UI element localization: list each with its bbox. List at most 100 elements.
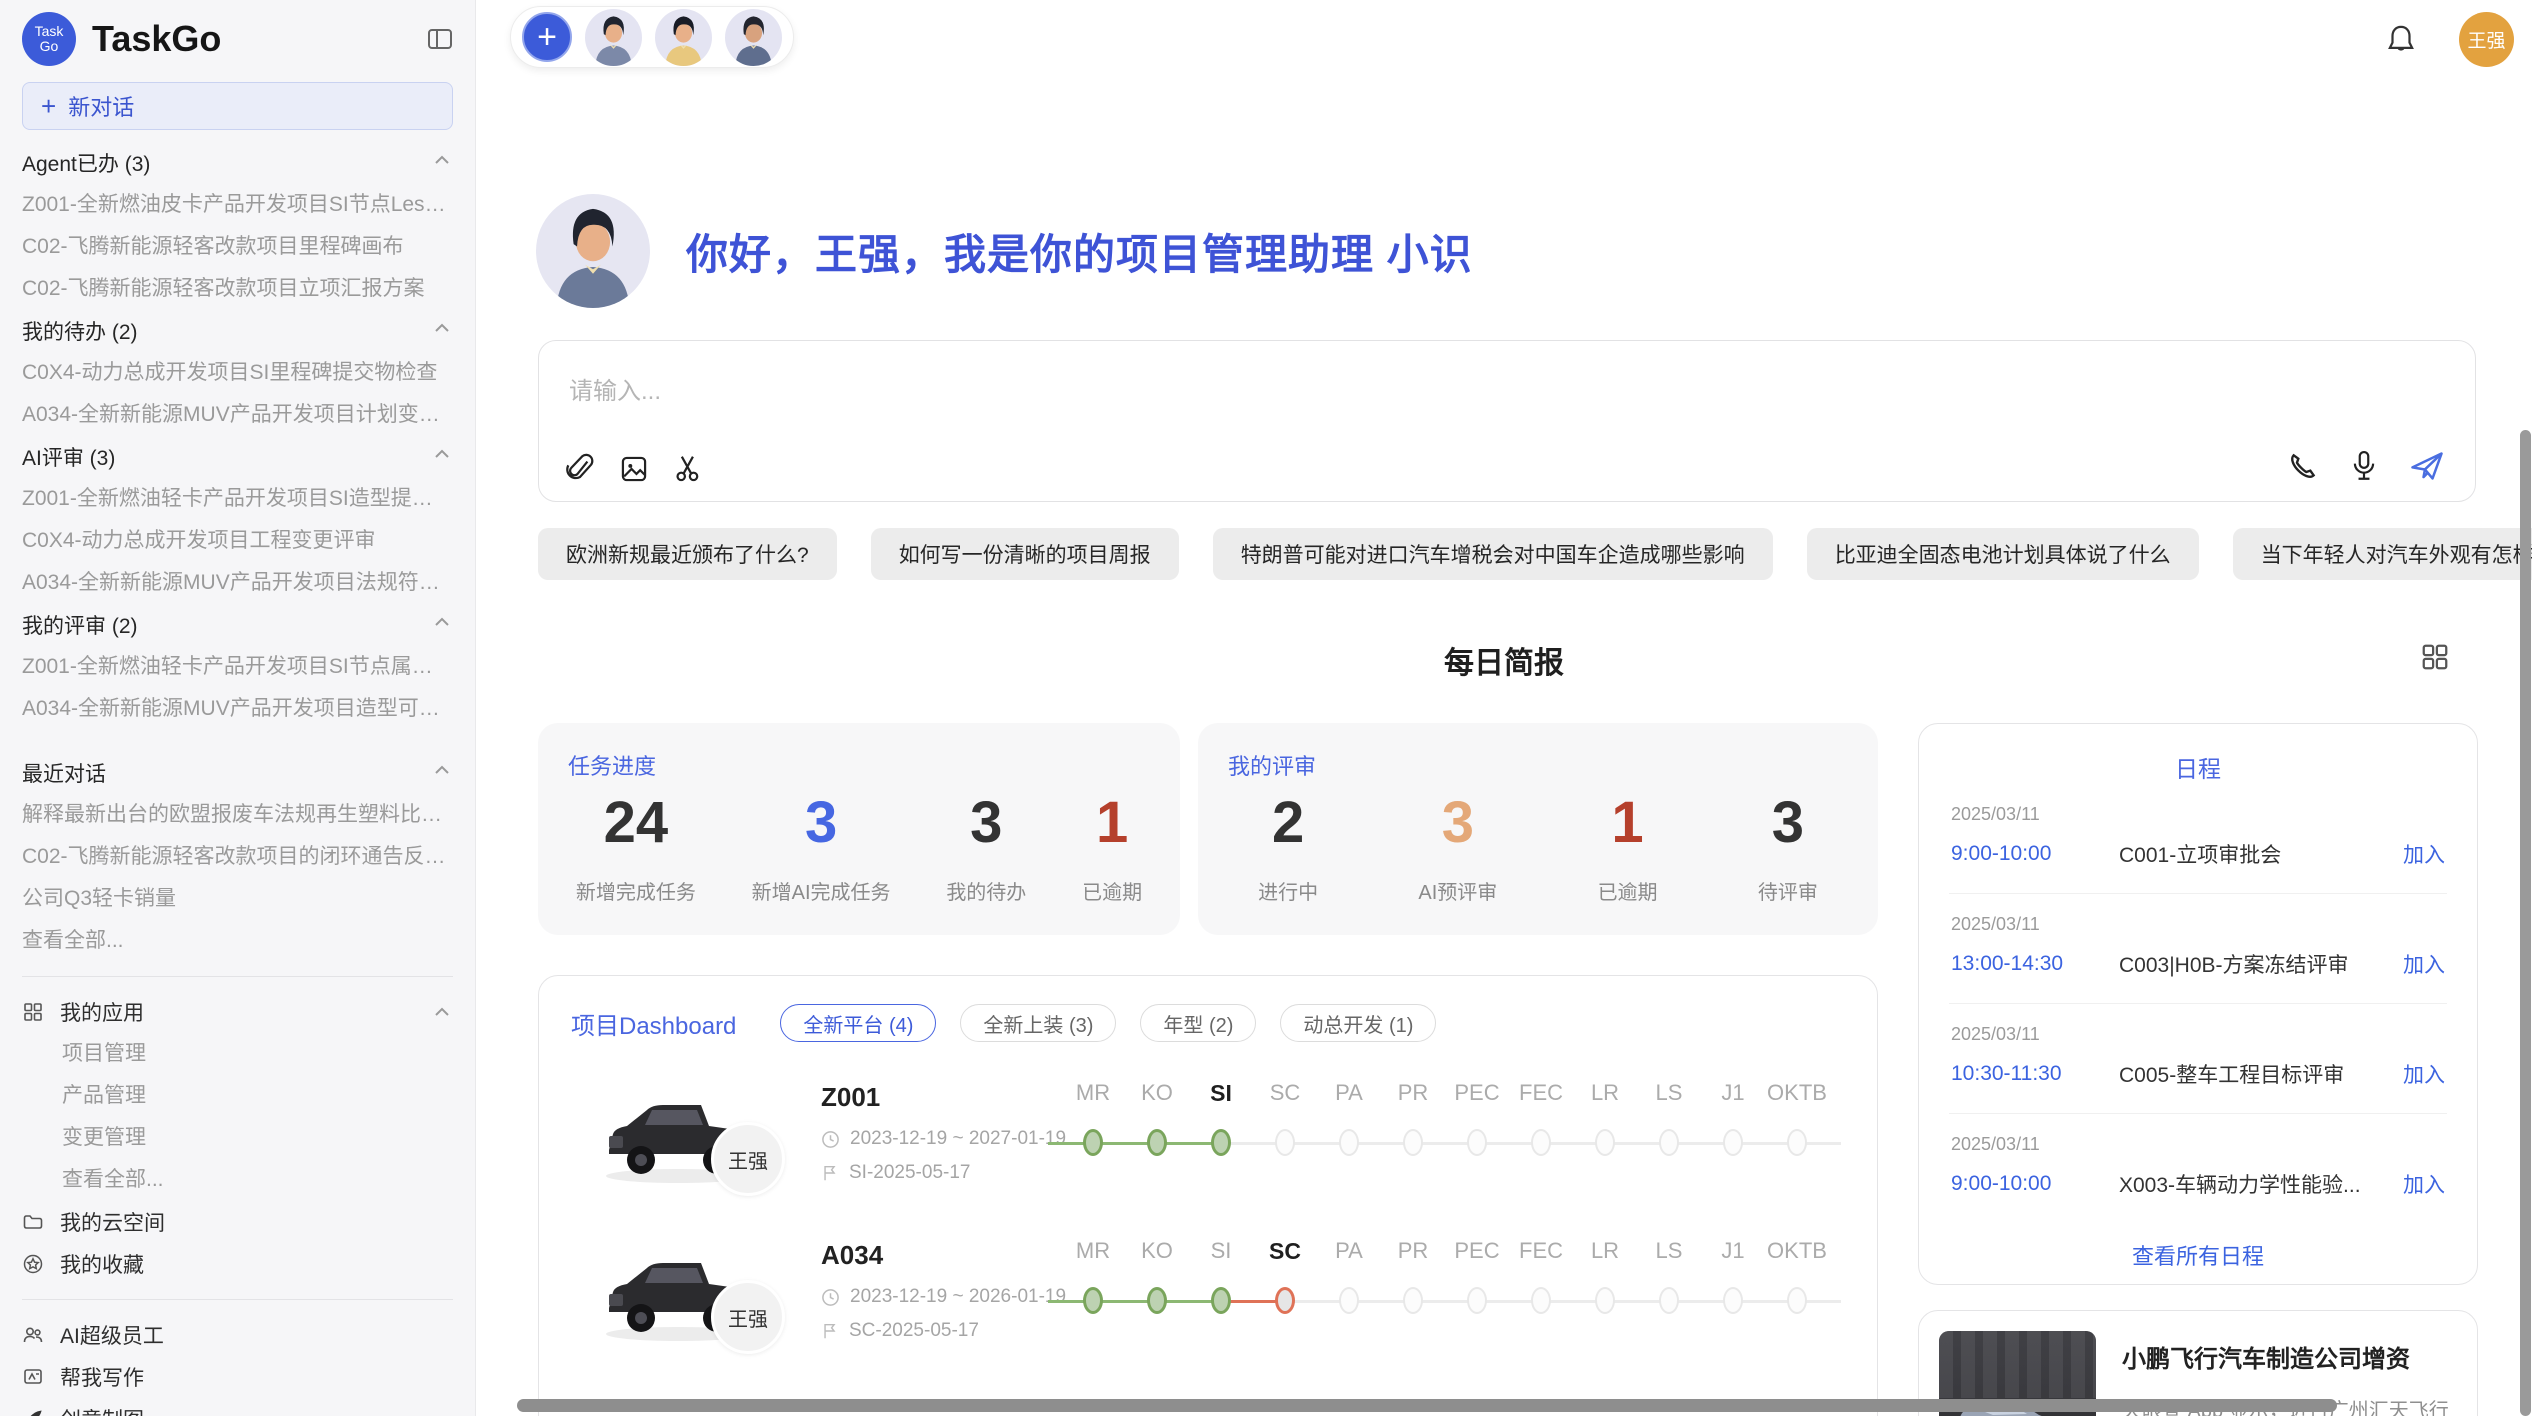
news-title: 小鹏飞行汽车制造公司增资 [2122,1339,2457,1374]
sidebar-item-people[interactable]: AI超级员工 [22,1314,453,1356]
event-join-link[interactable]: 加入 [2403,949,2445,979]
phone-icon[interactable] [2287,450,2319,482]
chevron-up-icon [431,1003,453,1021]
agent-avatar-1[interactable] [585,9,642,66]
sidebar-section-header[interactable]: Agent已办 (3) [22,142,453,184]
add-agent-button[interactable]: + [522,12,572,62]
new-chat-button[interactable]: + 新对话 [22,82,453,130]
event-main: 13:00-14:30C003|H0B-方案冻结评审加入 [1951,949,2445,979]
milestone-label: SC [1253,1238,1317,1265]
clock-icon [821,1130,840,1149]
sidebar-item[interactable]: Z001-全新燃油轻卡产品开发项目SI造型提交物评审 [22,478,453,520]
stat-label: 新增完成任务 [576,876,696,905]
project-code: Z001 [821,1082,880,1113]
suggestion-chip[interactable]: 当下年轻人对汽车外观有怎样的喜好趋势 [2233,528,2532,580]
my-review-card: 我的评审 2进行中3AI预评审1已逾期3待评审 [1198,723,1878,935]
sidebar-item[interactable]: 查看全部... [22,920,453,962]
view-all-schedule-link[interactable]: 查看所有日程 [1919,1239,2477,1271]
milestone-dot [1659,1287,1679,1314]
stat-label: AI预评审 [1418,876,1497,905]
milestone-label: KO [1125,1080,1189,1106]
stat-value: 1 [1598,789,1658,856]
flag-icon [821,1322,839,1340]
suggestion-chip[interactable]: 比亚迪全固态电池计划具体说了什么 [1807,528,2199,580]
sidebar-app-item[interactable]: 产品管理 [22,1075,453,1117]
sidebar-section-header[interactable]: AI评审 (3) [22,436,453,478]
notification-bell-icon[interactable] [2385,23,2417,57]
sidebar-item[interactable]: C0X4-动力总成开发项目SI里程碑提交物检查 [22,352,453,394]
sidebar-app-item[interactable]: 项目管理 [22,1033,453,1075]
sidebar-item[interactable]: A034-全新新能源MUV产品开发项目法规符合性评审 [22,562,453,604]
attachment-icon[interactable] [565,453,595,485]
topbar-right: 王强 [2385,12,2514,67]
sidebar-item[interactable]: C02-飞腾新能源轻客改款项目立项汇报方案 [22,268,453,310]
suggestion-chip[interactable]: 特朗普可能对进口汽车增税会对中国车企造成哪些影响 [1213,528,1773,580]
microphone-icon[interactable] [2349,449,2379,483]
sidebar-item[interactable]: C0X4-动力总成开发项目工程变更评审 [22,520,453,562]
user-avatar[interactable]: 王强 [2459,12,2514,67]
sidebar-app-item[interactable]: 变更管理 [22,1117,453,1159]
vertical-scrollbar[interactable] [2520,430,2531,1416]
image-icon[interactable] [619,453,649,485]
dashboard-header: 项目Dashboard 全新平台 (4)全新上装 (3)年型 (2)动总开发 (… [539,976,1877,1066]
event-join-link[interactable]: 加入 [2403,839,2445,869]
dashboard-tab[interactable]: 全新平台 (4) [780,1004,936,1042]
sidebar-item[interactable]: Z001-全新燃油轻卡产品开发项目SI节点属性5D文件评审 [22,646,453,688]
suggestion-chips: 欧洲新规最近颁布了什么? 如何写一份清晰的项目周报特朗普可能对进口汽车增税会对中国… [538,528,2532,580]
sidebar-item[interactable]: 解释最新出台的欧盟报废车法规再生塑料比例被调至15%... [22,794,453,836]
milestone-dot [1083,1129,1103,1156]
project-dates-text: 2023-12-19 ~ 2027-01-19 [850,1128,1066,1150]
stat: 3我的待办 [946,789,1026,905]
dashboard-tab[interactable]: 动总开发 (1) [1280,1004,1436,1042]
sidebar-item-cloud-folder[interactable]: 我的云空间 [22,1201,453,1243]
sidebar-item[interactable]: C02-飞腾新能源轻客改款项目里程碑画布 [22,226,453,268]
sidebar-item-pen[interactable]: 创意制图 [22,1398,453,1416]
project-flag-text: SC-2025-05-17 [849,1320,979,1342]
stat-label: 我的待办 [946,876,1026,905]
sidebar-item[interactable]: Z001-全新燃油皮卡产品开发项目SI节点Lesson Learn报告 [22,184,453,226]
suggestion-chip[interactable]: 如何写一份清晰的项目周报 [871,528,1179,580]
layout-grid-icon[interactable] [2420,642,2450,672]
sidebar-section-header[interactable]: 我的评审 (2) [22,604,453,646]
sidebar-item[interactable]: A034-全新新能源MUV产品开发项目造型可行性评审 [22,688,453,730]
sidebar-item[interactable]: A034-全新新能源MUV产品开发项目计划变更表编写 [22,394,453,436]
milestone-label: FEC [1509,1238,1573,1264]
dashboard-tab[interactable]: 全新上装 (3) [960,1004,1116,1042]
sidebar-bottom-label: 创意制图 [60,1404,144,1416]
sidebar-item[interactable]: 公司Q3轻卡销量 [22,878,453,920]
agent-avatar-2[interactable] [655,9,712,66]
milestone-label: J1 [1701,1080,1765,1106]
chat-input-box[interactable]: 请输入... [538,340,2476,502]
event-time: 13:00-14:30 [1951,952,2119,976]
sidebar-group: 我的评审 (2)Z001-全新燃油轻卡产品开发项目SI节点属性5D文件评审A03… [22,604,453,730]
sidebar-section-header[interactable]: 我的待办 (2) [22,310,453,352]
chevron-up-icon [431,151,453,175]
milestone-dot [1403,1129,1423,1156]
sidebar-item-writing[interactable]: 帮我写作 [22,1356,453,1398]
my-review-title: 我的评审 [1198,723,1878,781]
sidebar-item-star-badge[interactable]: 我的收藏 [22,1243,453,1285]
suggestion-chip[interactable]: 欧洲新规最近颁布了什么? [538,528,837,580]
sidebar-item[interactable]: C02-飞腾新能源轻客改款项目的闭环通告反馈情况 [22,836,453,878]
event-name: X003-车辆动力学性能验... [2119,1169,2389,1199]
sidebar-collapse-icon[interactable] [427,27,453,51]
agent-avatar-3[interactable] [725,9,782,66]
sidebar-app-item[interactable]: 查看全部... [22,1159,453,1201]
event-date: 2025/03/11 [1951,804,2445,825]
horizontal-scrollbar[interactable] [517,1399,2337,1412]
greeting-text: 你好，王强，我是你的项目管理助理 小识 [686,221,1473,282]
event-join-link[interactable]: 加入 [2403,1059,2445,1089]
milestone-label: LS [1637,1238,1701,1264]
milestone-dot [1787,1287,1807,1314]
event-join-link[interactable]: 加入 [2403,1169,2445,1199]
chevron-up-icon [431,319,453,343]
send-icon[interactable] [2409,449,2445,483]
sidebar-section-header[interactable]: 最近对话 [22,752,453,794]
milestone-dot [1531,1287,1551,1314]
dashboard-tab[interactable]: 年型 (2) [1140,1004,1256,1042]
sidebar-item-my-apps[interactable]: 我的应用 [22,991,453,1033]
scissors-icon[interactable] [673,453,703,485]
star-badge-icon [22,1253,44,1275]
milestone-dot [1339,1287,1359,1314]
stat-label: 待评审 [1758,876,1818,905]
